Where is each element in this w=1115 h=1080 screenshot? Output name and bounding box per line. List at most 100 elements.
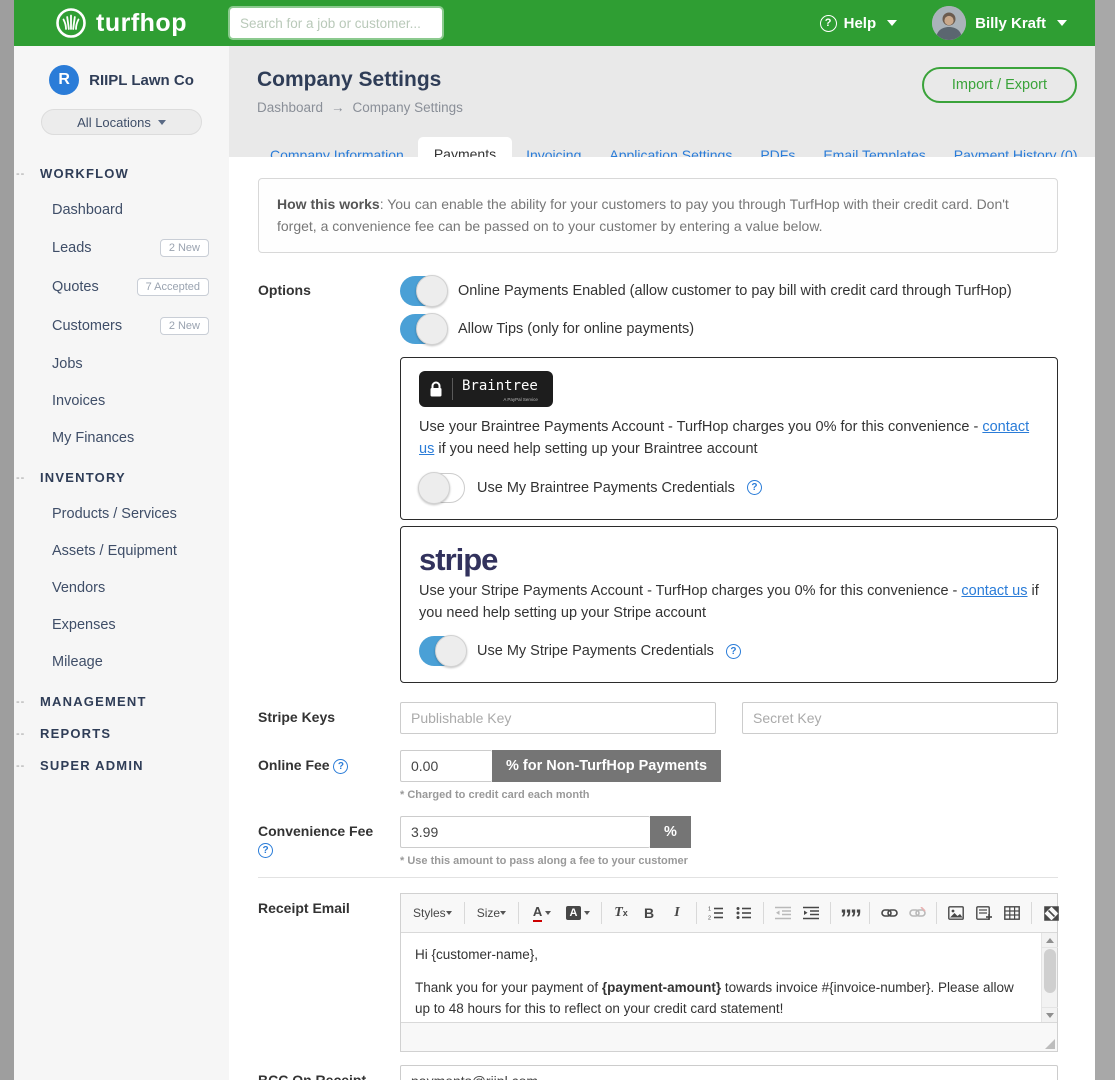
receipt-email-editor: Styles Size A A (400, 893, 1058, 1052)
unordered-list-button[interactable] (731, 900, 757, 926)
online-fee-addon: % for Non-TurfHop Payments (492, 750, 721, 782)
sidebar-item-dashboard[interactable]: Dashboard (14, 202, 229, 218)
help-menu[interactable]: ? Help (820, 15, 898, 32)
lock-icon (429, 381, 443, 398)
svg-text:2: 2 (708, 916, 711, 921)
remove-format-button[interactable]: Tx (608, 900, 634, 926)
publishable-key-input[interactable] (400, 702, 716, 734)
braintree-help-icon[interactable]: ? (747, 480, 762, 495)
company-switcher[interactable]: R RIIPL Lawn Co (14, 46, 229, 95)
import-export-button[interactable]: Import / Export (922, 67, 1077, 103)
table-button[interactable] (999, 900, 1025, 926)
app-window: turfhop ? Help Billy Kraft (14, 0, 1095, 1080)
sidebar-item-customers[interactable]: Customers 2 New (14, 317, 229, 335)
sidebar-item-invoices[interactable]: Invoices (14, 393, 229, 409)
insert-template-button[interactable] (971, 900, 997, 926)
maximize-button[interactable] (1038, 900, 1064, 926)
allow-tips-toggle-label: Allow Tips (only for online payments) (458, 321, 694, 337)
sidebar-section-inventory[interactable]: -- INVENTORY (14, 470, 229, 485)
how-this-works-note: How this works: You can enable the abili… (258, 178, 1058, 253)
italic-button[interactable]: I (664, 900, 690, 926)
main-area: Company Settings Dashboard → Company Set… (229, 46, 1095, 1080)
link-button[interactable] (876, 900, 902, 926)
sidebar-item-leads[interactable]: Leads 2 New (14, 239, 229, 257)
braintree-provider-box: Braintree A PayPal Service Use your Brai… (400, 357, 1058, 520)
stripe-description: Use your Stripe Payments Account - TurfH… (419, 581, 1039, 625)
braintree-wordmark: Braintree (462, 378, 538, 394)
convenience-fee-label: Convenience Fee (258, 823, 373, 839)
window-left-gutter (0, 0, 14, 1080)
stripe-help-icon[interactable]: ? (726, 644, 741, 659)
sidebar-item-my-finances[interactable]: My Finances (14, 430, 229, 446)
user-avatar[interactable] (932, 6, 966, 40)
scroll-up-icon[interactable] (1042, 933, 1058, 948)
editor-status-bar (401, 1022, 1057, 1051)
scroll-down-icon[interactable] (1042, 1007, 1058, 1022)
sidebar-item-assets-equipment[interactable]: Assets / Equipment (14, 543, 229, 559)
image-button[interactable] (943, 900, 969, 926)
braintree-logo: Braintree A PayPal Service (419, 371, 553, 407)
convenience-fee-addon: % (650, 816, 691, 848)
window-right-gutter[interactable] (1095, 0, 1115, 1080)
text-color-button[interactable]: A (525, 900, 559, 926)
section-dash-icon: -- (14, 168, 40, 180)
global-search-input[interactable] (230, 8, 442, 38)
convenience-fee-help-icon[interactable]: ? (258, 843, 273, 858)
sidebar-item-products-services[interactable]: Products / Services (14, 506, 229, 522)
sidebar-item-mileage[interactable]: Mileage (14, 654, 229, 670)
sidebar-section-workflow[interactable]: -- WORKFLOW (14, 166, 229, 181)
scrollbar-thumb[interactable] (1044, 949, 1056, 993)
unlink-button[interactable] (904, 900, 930, 926)
breadcrumb-current: Company Settings (353, 100, 463, 115)
section-divider (258, 877, 1058, 878)
secret-key-input[interactable] (742, 702, 1058, 734)
bold-button[interactable]: B (636, 900, 662, 926)
online-fee-help-icon[interactable]: ? (333, 759, 348, 774)
size-dropdown[interactable]: Size (471, 902, 512, 924)
stripe-contact-us-link[interactable]: contact us (961, 583, 1027, 599)
stripe-provider-box: stripe Use your Stripe Payments Account … (400, 526, 1058, 684)
braintree-credentials-toggle[interactable] (419, 473, 465, 503)
sidebar-section-super-admin[interactable]: -- SUPER ADMIN (14, 758, 229, 773)
brand-name: turfhop (96, 9, 187, 38)
online-fee-note: * Charged to credit card each month (400, 789, 1058, 801)
chevron-down-icon (158, 120, 166, 125)
styles-dropdown[interactable]: Styles (407, 902, 458, 924)
stripe-credentials-toggle[interactable] (419, 636, 465, 666)
sidebar-section-management[interactable]: -- MANAGEMENT (14, 694, 229, 709)
logo-divider (452, 378, 453, 400)
stripe-toggle-label: Use My Stripe Payments Credentials (477, 643, 714, 659)
stripe-wordmark: stripe (419, 540, 1039, 577)
receipt-email-body[interactable]: Hi {customer-name}, Thank you for your p… (401, 933, 1041, 1022)
turfhop-grass-icon (54, 6, 88, 40)
online-fee-input[interactable] (400, 750, 492, 782)
online-fee-label: Online Fee (258, 757, 330, 773)
allow-tips-toggle[interactable] (400, 314, 446, 344)
customers-badge: 2 New (160, 317, 209, 335)
locations-dropdown[interactable]: All Locations (41, 109, 202, 135)
blockquote-button[interactable]: ”” (837, 900, 863, 926)
ordered-list-button[interactable]: 12 (703, 900, 729, 926)
user-menu[interactable]: Billy Kraft (975, 15, 1067, 32)
brand-logo[interactable]: turfhop (54, 6, 187, 40)
sidebar-section-reports[interactable]: -- REPORTS (14, 726, 229, 741)
resize-handle[interactable] (1045, 1039, 1055, 1049)
sidebar-item-quotes[interactable]: Quotes 7 Accepted (14, 278, 229, 296)
quotes-badge: 7 Accepted (137, 278, 209, 296)
indent-button[interactable] (798, 900, 824, 926)
background-color-button[interactable]: A (561, 900, 595, 926)
top-navbar: turfhop ? Help Billy Kraft (14, 0, 1095, 46)
bcc-on-receipt-label: BCC On Receipt (258, 1065, 400, 1080)
chevron-down-icon (887, 20, 897, 26)
editor-scrollbar[interactable] (1041, 933, 1057, 1022)
sidebar-item-vendors[interactable]: Vendors (14, 580, 229, 596)
breadcrumb-dashboard[interactable]: Dashboard (257, 100, 323, 115)
sidebar-item-expenses[interactable]: Expenses (14, 617, 229, 633)
online-payments-toggle-label: Online Payments Enabled (allow customer … (458, 283, 1012, 299)
convenience-fee-input[interactable] (400, 816, 650, 848)
sidebar-item-jobs[interactable]: Jobs (14, 356, 229, 372)
online-payments-toggle[interactable] (400, 276, 446, 306)
bcc-on-receipt-input[interactable] (400, 1065, 1058, 1080)
chevron-down-icon (584, 911, 590, 915)
outdent-button[interactable] (770, 900, 796, 926)
